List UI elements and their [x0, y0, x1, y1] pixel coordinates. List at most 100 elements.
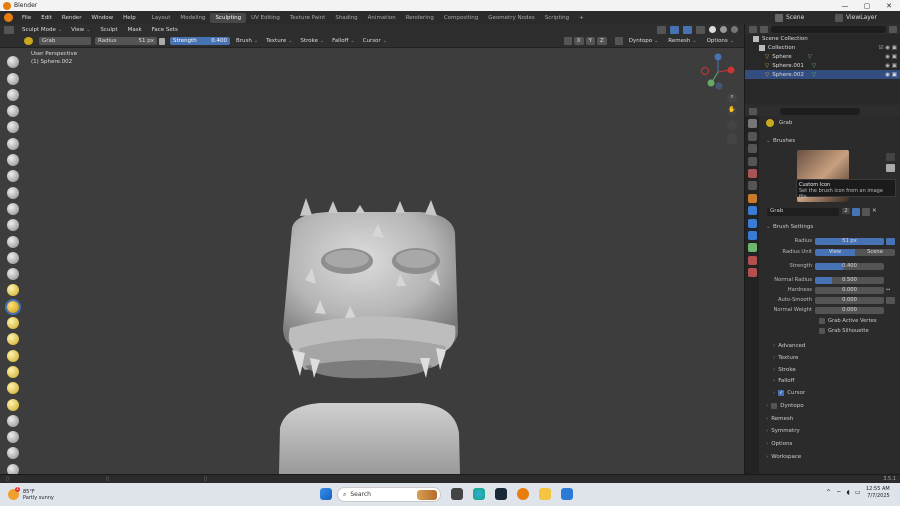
options-panel[interactable]: Options: [766, 441, 792, 447]
outliner-item[interactable]: Scene Collection: [745, 34, 900, 43]
world-tab-icon[interactable]: [747, 181, 757, 191]
rotate-tool-icon[interactable]: [7, 398, 19, 411]
solid-shading-icon[interactable]: [709, 26, 716, 33]
output-tab-icon[interactable]: [747, 144, 757, 154]
overlay-icon[interactable]: [683, 25, 692, 34]
tab-scripting[interactable]: Scripting: [540, 13, 574, 23]
menu-window[interactable]: Window: [86, 15, 118, 21]
navigation-gizmo[interactable]: [698, 52, 738, 94]
pose-tool-icon[interactable]: [7, 365, 19, 378]
pan-hand-icon[interactable]: ✋: [727, 106, 737, 116]
outliner-item[interactable]: ▽ Sphere.001 ▽ ◉ ▣: [745, 61, 900, 70]
cursor-dropdown[interactable]: Cursor: [359, 37, 391, 45]
menu-edit[interactable]: Edit: [36, 15, 57, 21]
normal-weight-field[interactable]: 0.000: [815, 306, 884, 314]
xray-icon[interactable]: [696, 25, 705, 34]
editor-type-icon[interactable]: [4, 25, 14, 34]
volume-icon[interactable]: ◖: [847, 489, 850, 497]
scene-tab-icon[interactable]: [747, 168, 757, 178]
rendered-shading-icon[interactable]: [731, 26, 738, 33]
strength-value[interactable]: 0.400: [211, 38, 227, 44]
texture-dropdown[interactable]: Texture: [262, 37, 296, 45]
menu-face-sets[interactable]: Face Sets: [147, 27, 183, 33]
tray-chevron-icon[interactable]: ^: [826, 489, 831, 497]
wifi-icon[interactable]: ⌔: [836, 489, 842, 497]
hardness-field[interactable]: 0.000: [815, 286, 884, 294]
tool-tab-icon[interactable]: [747, 119, 757, 129]
brush-list-expand-icon[interactable]: [886, 153, 895, 161]
symmetry-x-button[interactable]: X: [573, 37, 584, 45]
outliner-type-icon[interactable]: [749, 25, 757, 33]
physics-tab-icon[interactable]: [747, 230, 757, 240]
tab-shading[interactable]: Shading: [330, 13, 362, 23]
blender-menu-icon[interactable]: [4, 13, 13, 22]
steam-icon[interactable]: [495, 488, 507, 500]
thumb-tool-icon[interactable]: [7, 349, 19, 362]
brush-users-count[interactable]: 2: [842, 208, 850, 214]
layer-tool-icon[interactable]: [7, 137, 19, 150]
symmetry-panel[interactable]: Symmetry: [766, 428, 800, 434]
clock[interactable]: 12:55 AM 7/7/2025: [866, 486, 890, 500]
funnel-icon[interactable]: [889, 25, 897, 33]
radius-pressure-icon[interactable]: [886, 237, 895, 245]
auto-smooth-field[interactable]: 0.000: [815, 296, 884, 304]
menu-sculpt[interactable]: Sculpt: [95, 27, 122, 33]
texture-subpanel[interactable]: Texture: [773, 355, 798, 361]
cursor-subpanel[interactable]: › ✓ Cursor: [773, 390, 805, 396]
grab-silhouette-checkbox[interactable]: Grab Silhouette: [819, 328, 869, 334]
file-explorer-icon[interactable]: [539, 488, 551, 500]
hardness-invert-icon[interactable]: ↔: [886, 287, 895, 294]
duplicate-brush-icon[interactable]: [862, 208, 870, 216]
normal-radius-field[interactable]: 0.500: [815, 276, 884, 284]
menu-mask[interactable]: Mask: [123, 27, 147, 33]
view-layer-name[interactable]: ViewLayer: [846, 14, 896, 21]
tab-rendering[interactable]: Rendering: [401, 13, 439, 23]
outliner-item-selected[interactable]: ▽ Sphere.002 ▽ ◉ ▣: [745, 70, 900, 79]
crease-tool-icon[interactable]: [7, 186, 19, 199]
maximize-button[interactable]: ▢: [856, 2, 878, 10]
minimize-button[interactable]: —: [834, 2, 856, 10]
brush-settings-header[interactable]: Brush Settings: [773, 224, 813, 230]
material-tab-icon[interactable]: [747, 255, 757, 265]
brush-name-field[interactable]: Grab: [39, 37, 91, 45]
cloth-tool-icon[interactable]: [7, 447, 19, 460]
strength-prop-field[interactable]: 0.400: [815, 262, 884, 270]
edge-browser-icon[interactable]: [473, 488, 485, 500]
data-tab-icon[interactable]: [747, 243, 757, 253]
tab-animation[interactable]: Animation: [363, 13, 401, 23]
menu-render[interactable]: Render: [57, 15, 87, 21]
outliner-item[interactable]: ▽ Sphere ▽ ◉ ▣: [745, 52, 900, 61]
tab-texture-paint[interactable]: Texture Paint: [285, 13, 331, 23]
zoom-icon[interactable]: ⌕: [727, 93, 737, 103]
render-tab-icon[interactable]: [747, 131, 757, 141]
brush-settings-chevron-icon[interactable]: ⌄: [766, 224, 771, 230]
falloff-dropdown[interactable]: Falloff: [328, 37, 358, 45]
texture-tab-icon[interactable]: [747, 268, 757, 278]
battery-icon[interactable]: ▭: [855, 489, 861, 497]
symmetry-z-button[interactable]: Z: [596, 37, 607, 45]
menu-view[interactable]: View: [66, 26, 95, 34]
fake-user-shield-icon[interactable]: [852, 208, 860, 216]
slide-relax-tool-icon[interactable]: [7, 414, 19, 427]
radius-unit-view-button[interactable]: View: [815, 248, 855, 256]
tab-uv-editing[interactable]: UV Editing: [246, 13, 285, 23]
custom-icon-button[interactable]: [886, 164, 895, 172]
visibility-icon[interactable]: ◉ ▣: [885, 63, 900, 69]
camera-view-icon[interactable]: [727, 120, 737, 130]
workspace-panel[interactable]: Workspace: [766, 454, 801, 460]
grab-tool-icon[interactable]: [5, 298, 21, 315]
dyntopo-checkbox-icon[interactable]: [771, 403, 778, 409]
brushes-chevron-icon[interactable]: ⌄: [766, 138, 771, 144]
outliner-search-input[interactable]: [771, 25, 886, 33]
tab-modeling[interactable]: Modeling: [175, 13, 210, 23]
visibility-icon[interactable]: ◉ ▣: [885, 72, 900, 78]
dyntopo-dropdown[interactable]: Dyntopo: [625, 37, 663, 45]
symmetry-y-button[interactable]: Y: [585, 37, 595, 45]
multiplane-scrape-tool-icon[interactable]: [7, 268, 19, 281]
sculpt-mesh[interactable]: [0, 48, 744, 474]
store-icon[interactable]: [561, 488, 573, 500]
ortho-toggle-icon[interactable]: [727, 134, 737, 144]
elastic-deform-tool-icon[interactable]: [7, 317, 19, 330]
radius-prop-field[interactable]: 51 px: [815, 237, 884, 245]
radius-unit-scene-button[interactable]: Scene: [855, 248, 895, 256]
